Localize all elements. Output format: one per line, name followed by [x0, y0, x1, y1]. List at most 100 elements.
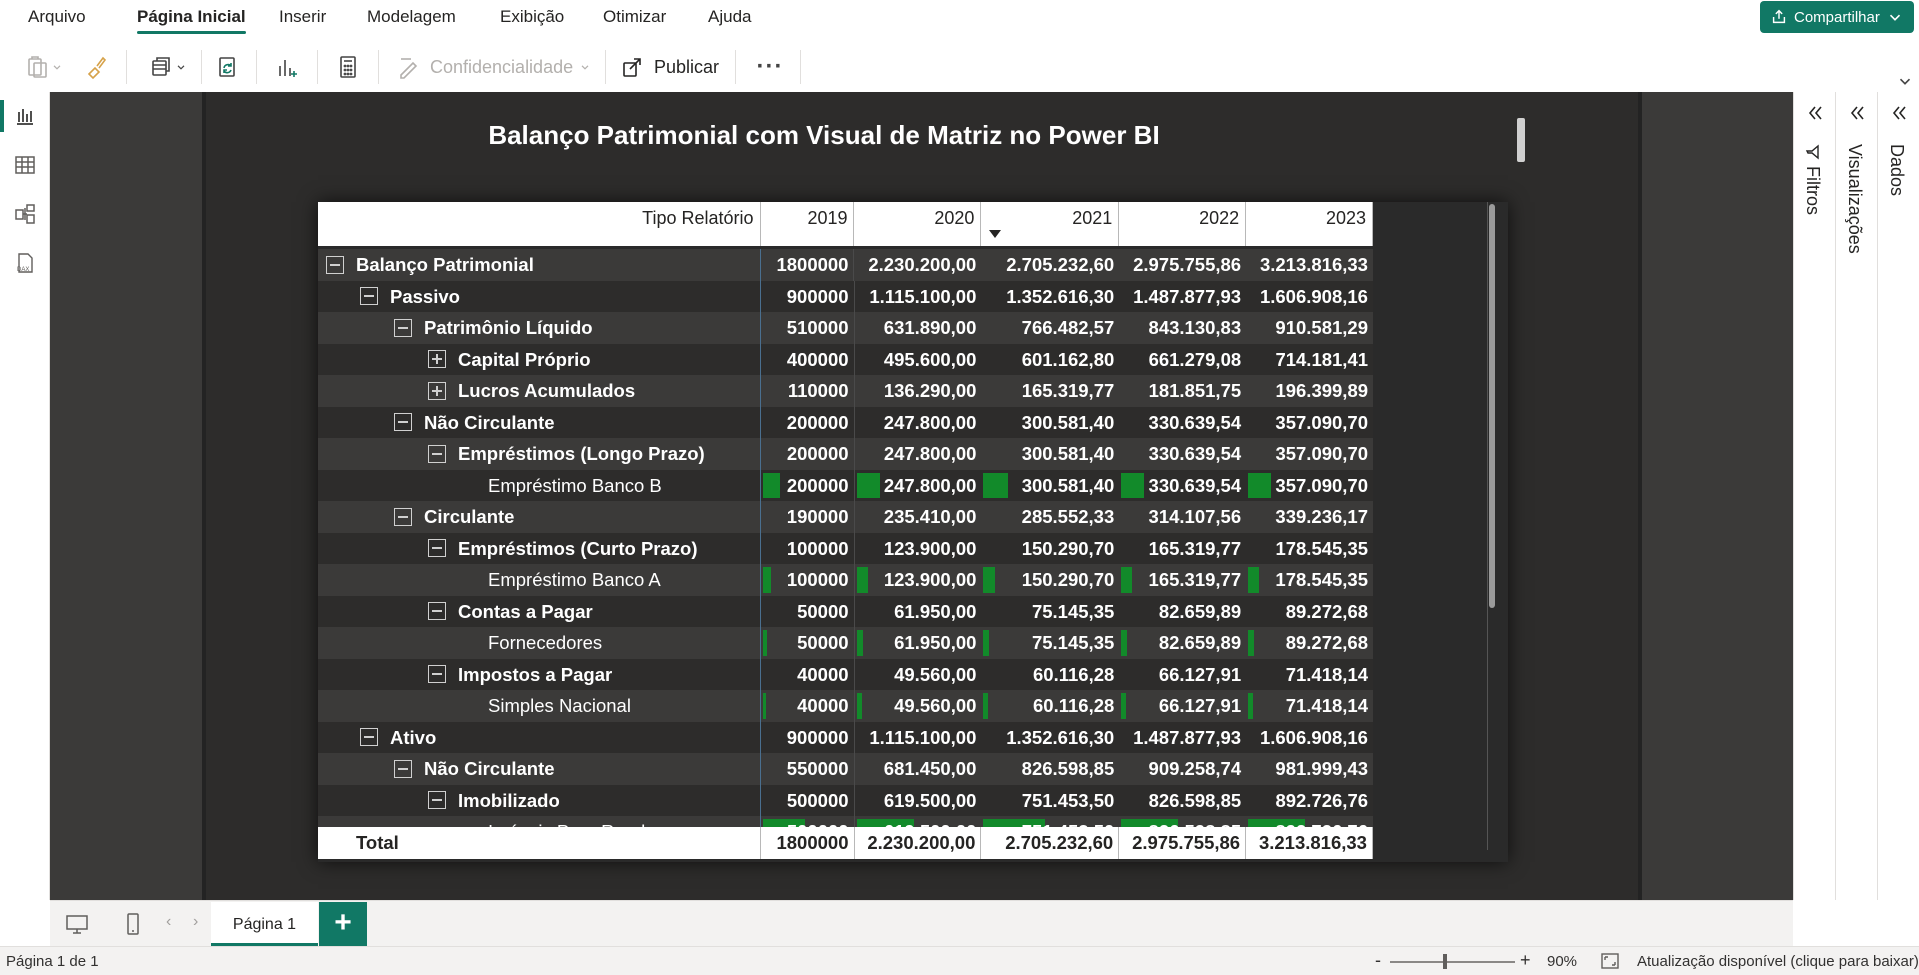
menu-modelagem[interactable]: Modelagem — [367, 0, 456, 36]
value-cell[interactable]: 2.975.755,86 — [1119, 249, 1246, 281]
value-cell[interactable]: 196.399,89 — [1246, 375, 1373, 407]
collapse-minus-icon[interactable] — [360, 728, 378, 747]
value-cell[interactable]: 49.560,00 — [855, 690, 982, 722]
table-row[interactable]: Circulante 190000 235.410,00 285.552,33 314.… — [318, 501, 1373, 533]
table-row[interactable]: Ativo 900000 1.115.100,00 1.352.616,30 1.487… — [318, 721, 1373, 753]
collapse-minus-icon[interactable] — [428, 602, 446, 621]
page-tab-1[interactable]: Página 1 — [211, 902, 318, 946]
collapse-minus-icon[interactable] — [360, 287, 378, 306]
value-cell[interactable]: 766.482,57 — [981, 312, 1119, 344]
value-cell[interactable]: 330.639,54 — [1119, 407, 1246, 439]
value-cell[interactable]: 1.352.616,30 — [981, 281, 1119, 313]
value-cell[interactable]: 178.545,35 — [1246, 533, 1373, 565]
table-row[interactable]: Capital Próprio 400000 495.600,00 601.162,8… — [318, 343, 1373, 376]
table-row[interactable]: Não Circulante 200000 247.800,00 300.581,40… — [318, 406, 1373, 439]
data-pane[interactable]: Dados — [1877, 92, 1919, 900]
table-view-button[interactable] — [10, 150, 40, 180]
new-visual-button[interactable] — [272, 48, 304, 86]
value-cell[interactable]: 165.319,77 — [1119, 564, 1246, 596]
paste-button[interactable] — [22, 48, 66, 86]
value-cell[interactable]: 123.900,00 — [855, 564, 982, 596]
zoom-in-button[interactable]: + — [1520, 950, 1531, 971]
table-row[interactable]: Lucros Acumulados 110000 136.290,00 165.319… — [318, 375, 1373, 407]
value-cell[interactable]: 100000 — [761, 564, 855, 596]
value-cell[interactable]: 910.581,29 — [1246, 312, 1373, 344]
value-cell[interactable]: 71.418,14 — [1246, 659, 1373, 691]
value-cell[interactable]: 900000 — [761, 721, 855, 753]
report-view-button[interactable] — [10, 101, 40, 131]
value-cell[interactable]: 40000 — [761, 690, 855, 722]
value-cell[interactable]: 400000 — [761, 343, 855, 375]
value-cell[interactable]: 826.598,85 — [1119, 785, 1246, 817]
get-data-button[interactable] — [144, 48, 192, 86]
value-cell[interactable]: 50000 — [761, 627, 855, 659]
collapse-minus-icon[interactable] — [428, 665, 446, 684]
table-row[interactable]: Fornecedores 50000 61.950,00 75.145,35 82.65… — [318, 627, 1373, 659]
value-cell[interactable]: 110000 — [761, 375, 855, 407]
value-cell[interactable]: 66.127,91 — [1119, 690, 1246, 722]
value-cell[interactable]: 500000 — [761, 816, 855, 827]
value-cell[interactable]: 165.319,77 — [1119, 533, 1246, 565]
value-cell[interactable]: 89.272,68 — [1246, 596, 1373, 628]
value-cell[interactable]: 75.145,35 — [981, 596, 1119, 628]
expand-pane-icon[interactable] — [1804, 102, 1826, 124]
fit-to-page-icon[interactable] — [1600, 952, 1620, 970]
expand-plus-icon[interactable] — [428, 350, 446, 369]
dax-query-view-button[interactable]: DAX — [10, 248, 40, 278]
value-cell[interactable]: 200000 — [761, 406, 855, 438]
share-button[interactable]: Compartilhar — [1760, 1, 1914, 33]
value-cell[interactable]: 61.950,00 — [855, 627, 982, 659]
column-header-year[interactable]: 2023 — [1246, 202, 1373, 246]
zoom-slider[interactable] — [1390, 961, 1515, 963]
value-cell[interactable]: 661.279,08 — [1119, 344, 1246, 376]
value-cell[interactable]: 2.705.232,60 — [981, 249, 1119, 281]
matrix-visual[interactable]: Tipo Relatório 2019 2020 2021 2022 2023 … — [318, 202, 1508, 862]
value-cell[interactable]: 826.598,85 — [1119, 816, 1246, 827]
column-header-year[interactable]: 2019 — [761, 202, 855, 246]
value-cell[interactable]: 339.236,17 — [1246, 501, 1373, 533]
value-cell[interactable]: 82.659,89 — [1119, 627, 1246, 659]
value-cell[interactable]: 1.606.908,16 — [1246, 281, 1373, 313]
value-cell[interactable]: 136.290,00 — [855, 375, 982, 407]
value-cell[interactable]: 150.290,70 — [981, 533, 1119, 565]
value-cell[interactable]: 300.581,40 — [981, 470, 1119, 502]
value-cell[interactable]: 1800000 — [761, 249, 855, 281]
value-cell[interactable]: 619.500,00 — [855, 816, 982, 827]
value-cell[interactable]: 357.090,70 — [1246, 407, 1373, 439]
value-cell[interactable]: 89.272,68 — [1246, 627, 1373, 659]
value-cell[interactable]: 247.800,00 — [855, 407, 982, 439]
refresh-button[interactable] — [212, 48, 244, 86]
table-row[interactable]: Impostos a Pagar 40000 49.560,00 60.116,28 6… — [318, 658, 1373, 691]
value-cell[interactable]: 892.726,76 — [1246, 816, 1373, 827]
value-cell[interactable]: 843.130,83 — [1119, 312, 1246, 344]
table-row[interactable]: Empréstimos (Longo Prazo) 200000 247.800,0… — [318, 438, 1373, 470]
value-cell[interactable]: 909.258,74 — [1119, 753, 1246, 785]
collapse-minus-icon[interactable] — [428, 444, 446, 463]
value-cell[interactable]: 100000 — [761, 532, 855, 564]
value-cell[interactable]: 631.890,00 — [855, 312, 982, 344]
column-header-year[interactable]: 2022 — [1119, 202, 1247, 246]
value-cell[interactable]: 200000 — [761, 438, 855, 470]
menu-inserir[interactable]: Inserir — [279, 0, 326, 36]
value-cell[interactable]: 357.090,70 — [1246, 470, 1373, 502]
value-cell[interactable]: 550000 — [761, 753, 855, 785]
value-cell[interactable]: 601.162,80 — [981, 344, 1119, 376]
table-row[interactable]: Imobilizado 500000 619.500,00 751.453,50 826… — [318, 784, 1373, 817]
value-cell[interactable]: 900000 — [761, 280, 855, 312]
value-cell[interactable]: 247.800,00 — [855, 438, 982, 470]
model-view-button[interactable] — [10, 199, 40, 229]
column-header-year[interactable]: 2021 — [981, 202, 1120, 246]
value-cell[interactable]: 123.900,00 — [855, 533, 982, 565]
table-row[interactable]: Empréstimo Banco B 200000 247.800,00 300.58… — [318, 469, 1373, 502]
visualizations-pane[interactable]: Visualizações — [1835, 92, 1877, 900]
value-cell[interactable]: 330.639,54 — [1119, 470, 1246, 502]
format-painter-button[interactable] — [80, 48, 112, 86]
data-pane-label[interactable]: Dados — [1886, 144, 1907, 196]
table-row[interactable]: Balanço Patrimonial 1800000 2.230.200,00 2.… — [318, 249, 1373, 281]
value-cell[interactable]: 2.230.200,00 — [854, 249, 981, 281]
value-cell[interactable]: 181.851,75 — [1119, 375, 1246, 407]
value-cell[interactable]: 150.290,70 — [981, 564, 1119, 596]
value-cell[interactable]: 71.418,14 — [1246, 690, 1373, 722]
value-cell[interactable]: 357.090,70 — [1246, 438, 1373, 470]
value-cell[interactable]: 892.726,76 — [1246, 785, 1373, 817]
